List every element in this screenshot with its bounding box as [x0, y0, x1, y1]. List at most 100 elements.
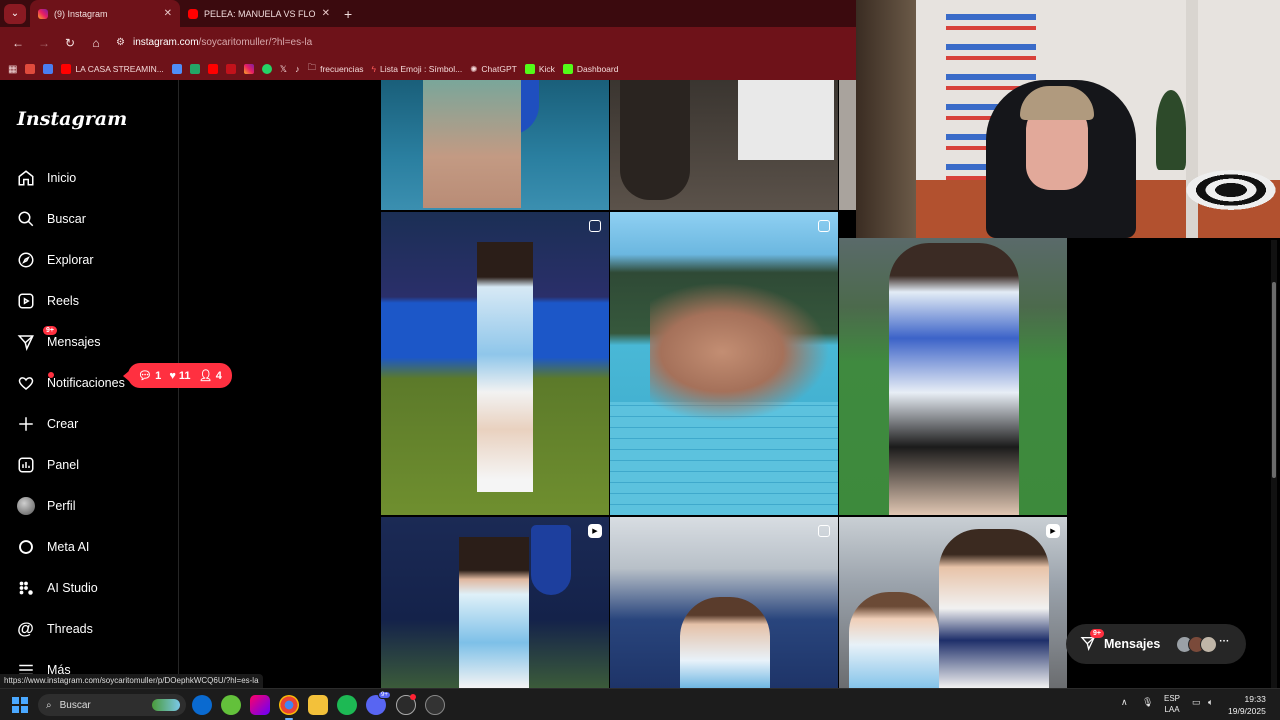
browser-toolbar: ← → ↻ ⌂ ⚙ instagram.com/soycaritomuller/…	[0, 27, 856, 58]
copilot-icon[interactable]	[250, 695, 270, 715]
home-button[interactable]: ⌂	[84, 31, 108, 55]
red-app-icon[interactable]	[225, 64, 236, 74]
nav-inicio[interactable]: Inicio	[16, 168, 76, 187]
address-bar[interactable]: ⚙ instagram.com/soycaritomuller/?hl=es-l…	[116, 32, 856, 54]
mirror-frame-shape	[856, 0, 916, 238]
search-icon	[16, 209, 35, 228]
messages-floating-button[interactable]: 9+ Mensajes ···	[1066, 624, 1246, 664]
file-explorer-icon[interactable]	[308, 695, 328, 715]
reload-button[interactable]: ↻	[58, 31, 82, 55]
windows-start-button[interactable]	[10, 695, 30, 715]
xbox-icon[interactable]	[221, 695, 241, 715]
tab-title: (9) Instagram	[54, 8, 108, 19]
search-highlight-icon	[152, 699, 180, 711]
edge-icon[interactable]	[192, 695, 212, 715]
close-tab-icon[interactable]: ✕	[164, 8, 172, 19]
app-icon[interactable]	[425, 695, 445, 715]
nav-explorar[interactable]: Explorar	[16, 250, 94, 269]
youtube-icon[interactable]	[207, 64, 218, 74]
forward-button[interactable]: →	[32, 31, 56, 55]
calendar-icon[interactable]	[171, 64, 182, 74]
folder-icon: 🗀	[307, 62, 317, 72]
messenger-icon	[16, 332, 35, 351]
grid-post[interactable]	[839, 238, 1067, 515]
network-icon[interactable]: ▭	[1192, 697, 1201, 708]
carousel-icon	[818, 525, 830, 537]
chrome-icon[interactable]	[279, 695, 299, 720]
docs-icon[interactable]	[43, 64, 54, 74]
reload-icon: ↻	[64, 35, 76, 50]
bookmark-la-casa[interactable]: LA CASA STREAMIN...	[61, 64, 164, 74]
back-button[interactable]: ←	[6, 31, 30, 55]
nav-meta-ai[interactable]: Meta AI	[16, 537, 89, 556]
nav-notificaciones[interactable]: Notificaciones	[16, 372, 125, 392]
grid-post[interactable]	[381, 80, 609, 210]
horse-shape	[620, 80, 690, 200]
nav-panel[interactable]: Panel	[16, 455, 79, 474]
whatsapp-icon[interactable]	[261, 64, 272, 74]
bookmark-kick[interactable]: Kick	[524, 64, 555, 74]
live-dot	[410, 694, 416, 700]
nav-perfil[interactable]: Perfil	[16, 496, 75, 515]
avatar	[1200, 635, 1218, 653]
bookmark-dashboard[interactable]: Dashboard	[562, 64, 618, 74]
grid-post-partial[interactable]	[839, 80, 856, 210]
arrow-left-icon: ←	[12, 35, 24, 50]
bookmark-chatgpt[interactable]: ✺ ChatGPT	[470, 64, 517, 75]
tab-title: PELEA: MANUELA VS FLOR VIGI	[203, 8, 316, 19]
instagram-icon[interactable]	[243, 64, 254, 74]
tab-youtube[interactable]: PELEA: MANUELA VS FLOR VIGI ✕	[180, 0, 338, 27]
spotify-icon[interactable]	[337, 695, 357, 715]
grid-post[interactable]: ▶	[839, 517, 1067, 688]
discord-badge: 9+	[378, 691, 391, 699]
nav-ai-studio[interactable]: AI Studio	[16, 578, 98, 597]
compass-icon	[16, 250, 35, 269]
language-indicator[interactable]: ESP LAA	[1164, 693, 1180, 715]
drive-icon[interactable]	[189, 64, 200, 74]
x-twitter-icon[interactable]: 𝕏	[280, 64, 287, 75]
torso-shape	[423, 80, 521, 208]
instagram-logo[interactable]: Instagram	[17, 108, 127, 130]
nav-reels[interactable]: Reels	[16, 291, 79, 310]
show-hidden-icons-chevron-icon[interactable]: ∧	[1121, 697, 1128, 708]
ai-studio-icon	[16, 578, 35, 597]
grid-post[interactable]	[610, 212, 838, 515]
player-shape	[939, 529, 1049, 688]
volume-icon[interactable]: 🔈︎	[1208, 697, 1213, 708]
player-shape	[849, 592, 939, 688]
windows-taskbar: ⌕ Buscar 9+ ∧ 🎙︎ ESP LAA ▭ 🔈︎ 19:33 19/9…	[0, 688, 1280, 720]
webcam-overlay	[856, 0, 1280, 238]
grid-post[interactable]	[610, 80, 838, 210]
notification-summary-popup[interactable]: 💬︎ 1 ♥ 11 👤︎ 4	[123, 363, 232, 388]
nav-threads[interactable]: @ Threads	[16, 619, 93, 638]
bookmark-frecuencias[interactable]: 🗀 frecuencias	[308, 62, 364, 76]
heart-icon	[16, 373, 35, 392]
gmail-icon[interactable]	[25, 64, 36, 74]
nav-crear[interactable]: Crear	[16, 414, 78, 433]
tab-instagram[interactable]: (9) Instagram ✕	[30, 0, 180, 27]
bookmarks-bar: ▦ LA CASA STREAMIN... 𝕏 ♪ 🗀 frecuencias ϟ…	[0, 58, 856, 80]
messenger-icon: 9+	[1080, 628, 1104, 654]
page-scrollbar[interactable]	[1271, 240, 1277, 688]
instagram-favicon-icon	[38, 8, 48, 19]
microphone-icon[interactable]: 🎙︎	[1142, 697, 1153, 708]
taskbar-clock[interactable]: 19:33 19/9/2025	[1228, 693, 1266, 717]
discord-icon[interactable]: 9+	[366, 691, 391, 715]
grid-post[interactable]: ▶	[381, 517, 609, 688]
obs-icon[interactable]	[396, 694, 416, 715]
new-tab-button[interactable]: +	[338, 6, 358, 22]
avatar-icon	[16, 496, 35, 515]
nav-buscar[interactable]: Buscar	[16, 209, 86, 228]
messages-label: Mensajes	[1104, 637, 1161, 651]
close-tab-icon[interactable]: ✕	[322, 8, 330, 19]
grid-post[interactable]	[381, 212, 609, 515]
scrollbar-thumb[interactable]	[1272, 282, 1276, 478]
taskbar-search[interactable]: ⌕ Buscar	[38, 694, 186, 716]
grid-post[interactable]	[610, 517, 838, 688]
site-info-icon[interactable]: ⚙	[116, 37, 125, 48]
tiktok-icon[interactable]: ♪	[295, 64, 300, 74]
nav-mensajes[interactable]: 9+ Mensajes	[16, 326, 101, 351]
bookmark-lista-emoji[interactable]: ϟ Lista Emoji : Símbol...	[372, 64, 463, 74]
tab-search-button[interactable]: ⌄	[4, 3, 26, 24]
apps-grid-icon[interactable]: ▦	[8, 64, 17, 75]
